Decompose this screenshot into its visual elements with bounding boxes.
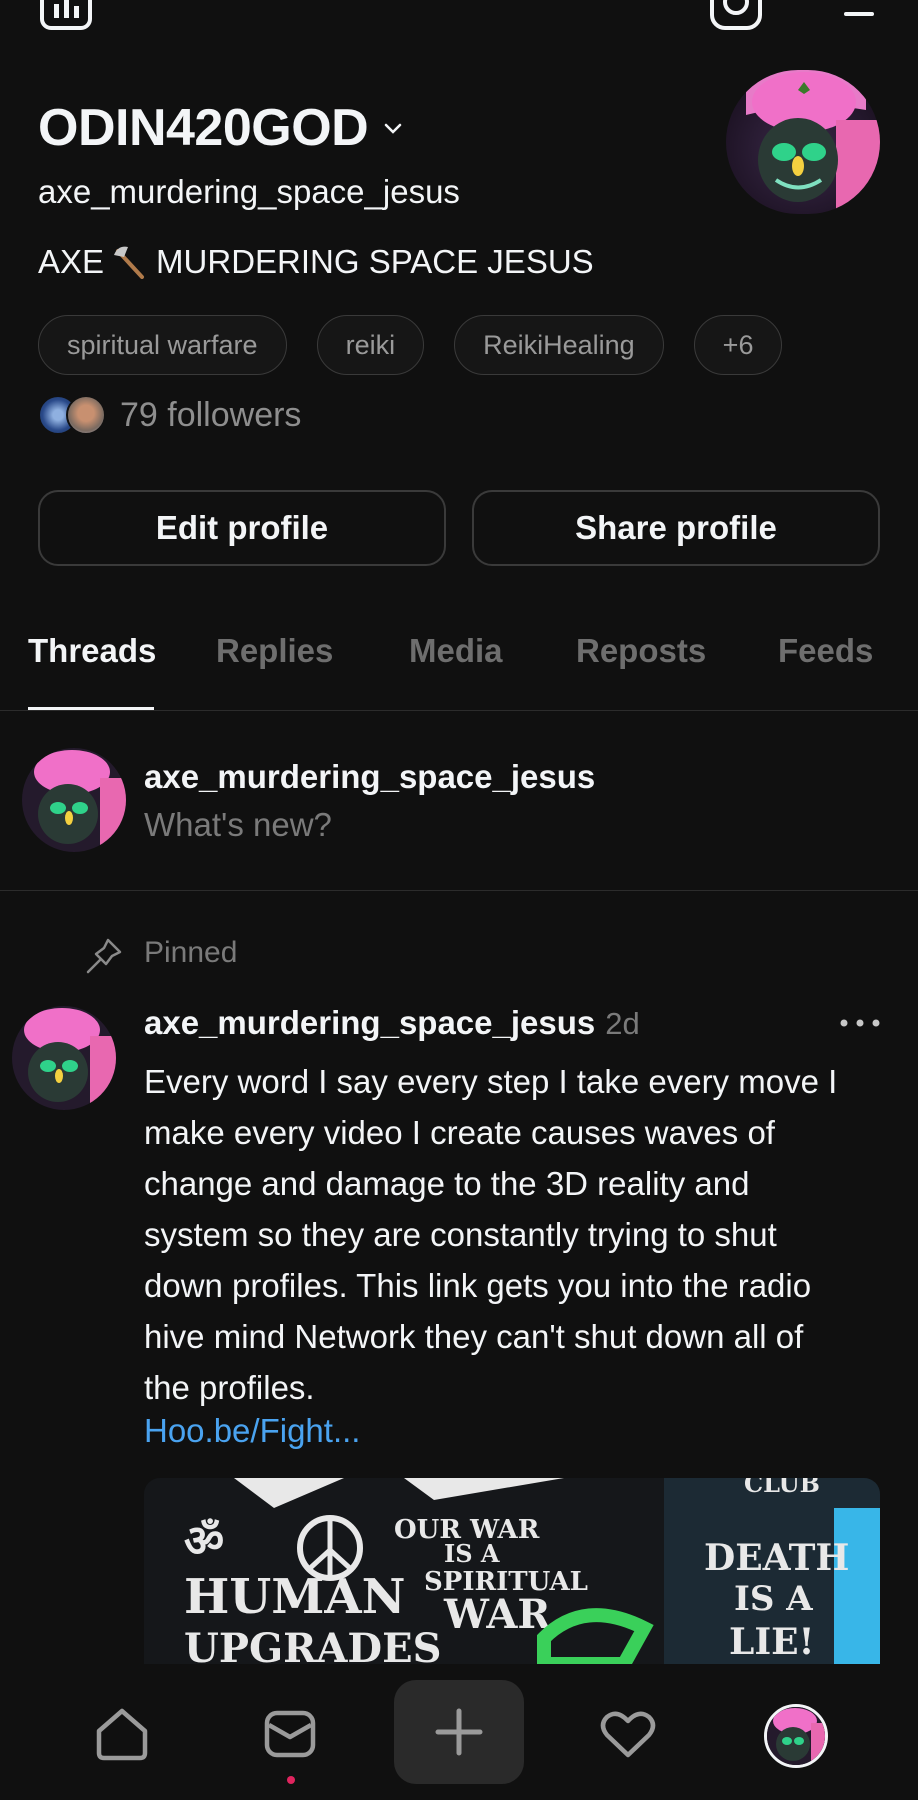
tab-threads[interactable]: Threads bbox=[28, 632, 156, 670]
image-text-right3: LIE! bbox=[729, 1621, 814, 1663]
image-text-right1: DEATH bbox=[704, 1537, 849, 1579]
plus-icon bbox=[435, 1708, 483, 1756]
instagram-icon[interactable] bbox=[708, 0, 764, 32]
profile-avatar[interactable] bbox=[726, 70, 880, 214]
active-tab-indicator bbox=[28, 707, 154, 710]
inbox-icon[interactable] bbox=[258, 1702, 322, 1766]
post-line: Every word I say every step I take every… bbox=[144, 1063, 838, 1100]
more-options-icon[interactable] bbox=[836, 1008, 884, 1038]
post-body: Every word I say every step I take every… bbox=[144, 1056, 884, 1413]
chevron-down-icon bbox=[384, 123, 402, 134]
post-header: axe_murdering_space_jesus 2d bbox=[144, 1004, 640, 1042]
bio-text-end: MURDERING SPACE JESUS bbox=[156, 243, 594, 280]
image-text-top: CLUB bbox=[744, 1478, 820, 1498]
follower-avatar bbox=[66, 395, 106, 435]
bottom-navigation bbox=[0, 1664, 918, 1800]
profile-username: axe_murdering_space_jesus bbox=[38, 173, 460, 210]
tag-more[interactable]: +6 bbox=[693, 315, 783, 375]
post-image[interactable]: CLUB ॐ OUR WAR IS A SPIRITUAL WAR HUMAN … bbox=[144, 1478, 880, 1664]
tag-reiki[interactable]: reiki bbox=[316, 315, 425, 375]
tag-reikihealing[interactable]: ReikiHealing bbox=[454, 315, 664, 375]
tab-media[interactable]: Media bbox=[409, 632, 503, 670]
pin-icon bbox=[86, 938, 122, 974]
post-line: make every video I create causes waves o… bbox=[144, 1114, 775, 1151]
pinned-label: Pinned bbox=[144, 936, 238, 969]
post-line: hive mind Network they can't shut down a… bbox=[144, 1318, 804, 1355]
post-link[interactable]: Hoo.be/Fight... bbox=[144, 1412, 360, 1450]
image-text-mid2: IS A bbox=[444, 1539, 500, 1568]
followers-count: 79 followers bbox=[120, 395, 302, 434]
post-line: change and damage to the 3D reality and bbox=[144, 1165, 750, 1202]
image-text-left1: HUMAN bbox=[184, 1569, 405, 1625]
share-profile-button[interactable]: Share profile bbox=[472, 490, 880, 566]
image-text-left2: UPGRADES bbox=[184, 1625, 441, 1664]
composer-placeholder[interactable]: What's new? bbox=[144, 806, 332, 844]
activity-heart-icon[interactable] bbox=[596, 1702, 660, 1766]
image-text-mid4: WAR bbox=[443, 1591, 551, 1638]
image-text-right2: IS A bbox=[734, 1579, 813, 1619]
axe-emoji-icon bbox=[114, 246, 145, 279]
display-name-text: ODIN420GOD bbox=[38, 99, 369, 157]
post-line: the profiles. bbox=[144, 1369, 315, 1406]
composer-username: axe_murdering_space_jesus bbox=[144, 758, 596, 795]
insights-icon[interactable] bbox=[38, 0, 94, 32]
bio-text-start: AXE bbox=[38, 243, 105, 280]
tab-reposts[interactable]: Reposts bbox=[576, 632, 706, 670]
interest-tags: spiritual warfare reiki ReikiHealing +6 bbox=[38, 315, 783, 375]
post-username[interactable]: axe_murdering_space_jesus bbox=[144, 1004, 595, 1042]
post-line: down profiles. This link gets you into t… bbox=[144, 1267, 812, 1304]
profile-bio: AXE MURDERING SPACE JESUS bbox=[38, 243, 594, 281]
menu-icon[interactable] bbox=[840, 0, 880, 30]
post-time: 2d bbox=[605, 1006, 640, 1041]
followers-link[interactable]: 79 followers bbox=[38, 395, 301, 435]
notification-dot bbox=[287, 1776, 295, 1784]
profile-tab-avatar[interactable] bbox=[764, 1704, 828, 1768]
tab-feeds[interactable]: Feeds bbox=[778, 632, 873, 670]
composer-avatar bbox=[22, 748, 126, 852]
svg-text:ॐ: ॐ bbox=[184, 1516, 224, 1567]
display-name[interactable]: ODIN420GOD bbox=[38, 98, 404, 158]
home-icon[interactable] bbox=[90, 1702, 154, 1766]
post-author-avatar[interactable] bbox=[12, 1006, 116, 1110]
new-thread-composer[interactable]: axe_murdering_space_jesus What's new? bbox=[0, 712, 918, 891]
profile-tabs: Threads Replies Media Reposts Feeds bbox=[0, 620, 918, 711]
follower-avatars bbox=[38, 395, 106, 435]
tab-replies[interactable]: Replies bbox=[216, 632, 333, 670]
post-line: system so they are constantly trying to … bbox=[144, 1216, 777, 1253]
tag-spiritual-warfare[interactable]: spiritual warfare bbox=[38, 315, 287, 375]
edit-profile-button[interactable]: Edit profile bbox=[38, 490, 446, 566]
compose-button[interactable] bbox=[394, 1680, 524, 1784]
